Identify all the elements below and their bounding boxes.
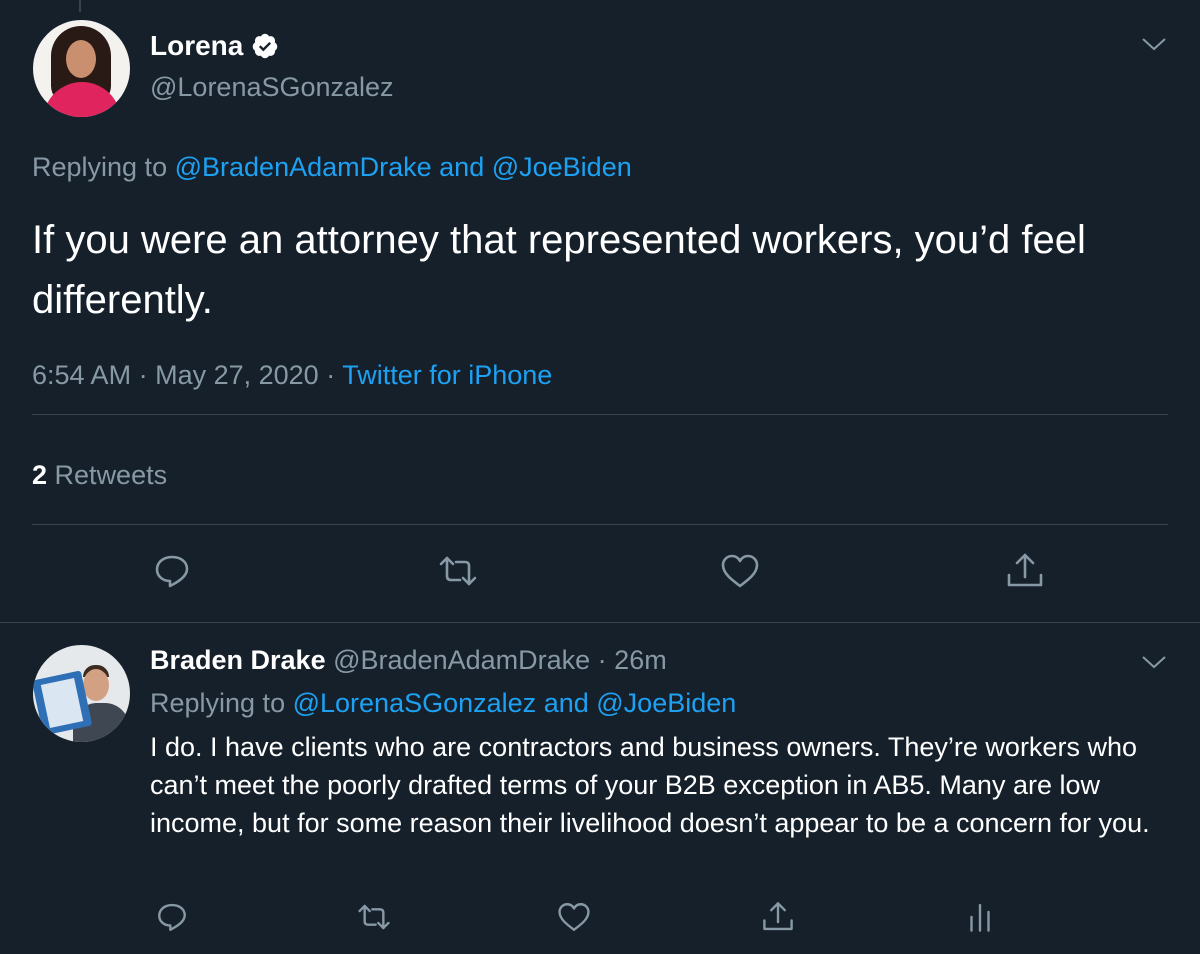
mention-link[interactable]: @JoeBiden xyxy=(596,688,736,718)
replying-conj[interactable]: and xyxy=(439,152,484,182)
retweet-icon xyxy=(357,900,391,939)
tweet-meta: 6:54 AM · May 27, 2020 · Twitter for iPh… xyxy=(32,360,552,391)
reply-author-handle[interactable]: @BradenAdamDrake xyxy=(333,645,590,675)
author-name-row[interactable]: Lorena xyxy=(150,30,279,62)
tweet-separator xyxy=(0,622,1200,623)
reply-header: Braden Drake @BradenAdamDrake · 26m xyxy=(150,645,667,676)
mention-link[interactable]: @BradenAdamDrake xyxy=(175,152,432,182)
reply-icon xyxy=(155,900,189,939)
analytics-icon xyxy=(963,900,997,939)
share-icon xyxy=(761,900,795,939)
main-tweet: Lorena @LorenaSGonzalez Replying to @Bra… xyxy=(0,0,1200,622)
chevron-down-icon[interactable] xyxy=(1141,36,1167,59)
replying-conj[interactable]: and xyxy=(544,688,589,718)
author-avatar[interactable] xyxy=(33,20,130,117)
mention-link[interactable]: @LorenaSGonzalez xyxy=(293,688,537,718)
reply-time[interactable]: 26m xyxy=(614,645,667,675)
reply-author-name[interactable]: Braden Drake xyxy=(150,645,326,675)
meta-separator: · xyxy=(326,360,336,390)
chevron-down-icon[interactable] xyxy=(1141,654,1167,677)
retweet-label: Retweets xyxy=(54,460,168,490)
author-handle[interactable]: @LorenaSGonzalez xyxy=(150,72,394,103)
tweet-source-link[interactable]: Twitter for iPhone xyxy=(342,360,552,390)
analytics-button[interactable] xyxy=(960,899,1000,939)
like-button[interactable] xyxy=(720,553,760,593)
reply-replying-to: Replying to @LorenaSGonzalez and @JoeBid… xyxy=(150,688,736,719)
reply-reply-button[interactable] xyxy=(152,899,192,939)
replying-prefix: Replying to xyxy=(150,688,286,718)
tweet-text: If you were an attorney that represented… xyxy=(32,218,1086,322)
reply-icon xyxy=(152,551,192,596)
like-icon xyxy=(557,900,591,939)
reply-separator: · xyxy=(597,645,607,675)
retweet-icon xyxy=(438,551,478,596)
reply-retweet-button[interactable] xyxy=(354,899,394,939)
author-name[interactable]: Lorena xyxy=(150,30,243,62)
share-button[interactable] xyxy=(1005,553,1045,593)
retweet-button[interactable] xyxy=(438,553,478,593)
reply-button[interactable] xyxy=(152,553,192,593)
replying-prefix: Replying to xyxy=(32,152,168,182)
divider xyxy=(32,414,1168,415)
reply-share-button[interactable] xyxy=(758,899,798,939)
verified-badge-icon xyxy=(251,32,279,60)
retweets-stat[interactable]: 2 Retweets xyxy=(32,460,167,491)
reply-like-button[interactable] xyxy=(554,899,594,939)
divider xyxy=(32,524,1168,525)
tweet-date[interactable]: May 27, 2020 xyxy=(155,360,319,390)
like-icon xyxy=(720,551,760,596)
retweet-count: 2 xyxy=(32,460,48,490)
reply-text: I do. I have clients who are contractors… xyxy=(150,732,1150,838)
replying-to: Replying to @BradenAdamDrake and @JoeBid… xyxy=(32,152,632,183)
mention-link[interactable]: @JoeBiden xyxy=(492,152,632,182)
meta-separator: · xyxy=(138,360,148,390)
share-icon xyxy=(1005,551,1045,596)
tweet-time[interactable]: 6:54 AM xyxy=(32,360,131,390)
reply-author-avatar[interactable] xyxy=(33,645,130,742)
